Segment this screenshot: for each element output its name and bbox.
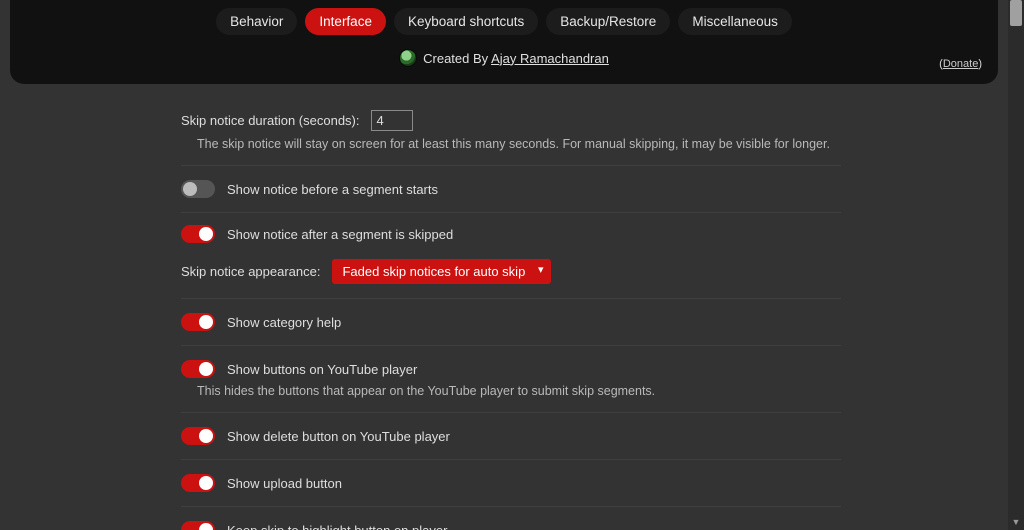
setting-upload-button: Show upload button	[181, 460, 841, 507]
upload-button-label: Show upload button	[227, 476, 342, 491]
toggle-highlight-button[interactable]	[181, 521, 215, 530]
setting-notice-before: Show notice before a segment starts	[181, 166, 841, 213]
delete-button-label: Show delete button on YouTube player	[227, 429, 450, 444]
player-buttons-desc: This hides the buttons that appear on th…	[197, 384, 841, 398]
scrollbar-thumb[interactable]	[1010, 0, 1022, 26]
setting-highlight-button: Keep skip to highlight button on player	[181, 507, 841, 530]
setting-skip-notice-appearance: Skip notice appearance: Faded skip notic…	[181, 249, 841, 299]
donate-container: (Donate)	[939, 58, 982, 70]
setting-skip-notice-duration: Skip notice duration (seconds): The skip…	[181, 100, 841, 166]
setting-category-help: Show category help	[181, 299, 841, 346]
tab-interface[interactable]: Interface	[305, 8, 386, 35]
skip-notice-duration-label: Skip notice duration (seconds):	[181, 113, 359, 128]
notice-before-label: Show notice before a segment starts	[227, 182, 438, 197]
notice-after-label: Show notice after a segment is skipped	[227, 227, 453, 242]
author-link[interactable]: Ajay Ramachandran	[491, 51, 609, 66]
toggle-delete-button[interactable]	[181, 427, 215, 445]
credit-prefix: Created By	[423, 51, 491, 66]
settings-content: Skip notice duration (seconds): The skip…	[181, 100, 841, 530]
toggle-player-buttons[interactable]	[181, 360, 215, 378]
settings-header-panel: Behavior Interface Keyboard shortcuts Ba…	[10, 0, 998, 84]
skip-notice-appearance-select[interactable]: Faded skip notices for auto skip	[332, 259, 551, 284]
settings-tabs: Behavior Interface Keyboard shortcuts Ba…	[10, 0, 998, 35]
skip-notice-duration-desc: The skip notice will stay on screen for …	[197, 137, 841, 151]
author-avatar-icon	[399, 49, 417, 67]
vertical-scrollbar[interactable]: ▼	[1008, 0, 1024, 530]
setting-player-buttons: Show buttons on YouTube player This hide…	[181, 346, 841, 413]
scrollbar-down-arrow-icon[interactable]: ▼	[1008, 514, 1024, 530]
player-buttons-label: Show buttons on YouTube player	[227, 362, 417, 377]
tab-behavior[interactable]: Behavior	[216, 8, 297, 35]
skip-notice-duration-input[interactable]	[371, 110, 413, 131]
highlight-button-label: Keep skip to highlight button on player	[227, 523, 447, 530]
setting-notice-after: Show notice after a segment is skipped	[181, 213, 841, 249]
toggle-notice-before[interactable]	[181, 180, 215, 198]
setting-delete-button: Show delete button on YouTube player	[181, 413, 841, 460]
category-help-label: Show category help	[227, 315, 341, 330]
tab-backup-restore[interactable]: Backup/Restore	[546, 8, 670, 35]
toggle-notice-after[interactable]	[181, 225, 215, 243]
credit-row: Created By Ajay Ramachandran	[10, 49, 998, 67]
toggle-category-help[interactable]	[181, 313, 215, 331]
tab-miscellaneous[interactable]: Miscellaneous	[678, 8, 792, 35]
tab-keyboard-shortcuts[interactable]: Keyboard shortcuts	[394, 8, 538, 35]
donate-link[interactable]: Donate	[943, 58, 978, 70]
skip-notice-appearance-label: Skip notice appearance:	[181, 264, 320, 279]
toggle-upload-button[interactable]	[181, 474, 215, 492]
